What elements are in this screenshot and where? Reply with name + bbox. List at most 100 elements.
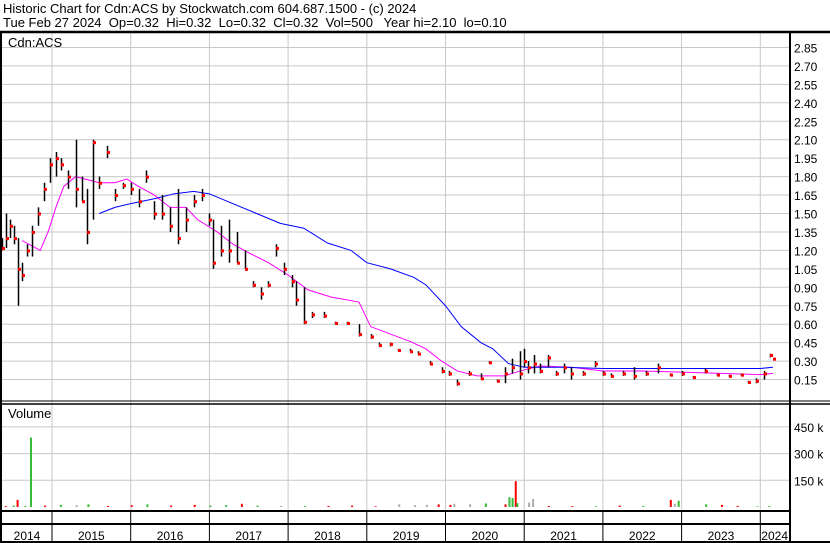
volume-bar	[146, 504, 149, 507]
close-marker	[748, 381, 751, 385]
volume-bar	[532, 498, 535, 507]
close-marker	[276, 246, 279, 250]
close-marker	[347, 321, 350, 325]
close-marker	[93, 141, 96, 145]
close-marker	[186, 218, 189, 222]
volume-bar	[756, 506, 759, 507]
volume-bar	[618, 505, 621, 507]
close-marker	[296, 298, 299, 302]
close-marker	[209, 218, 212, 222]
chart-window: Historic Chart for Cdn:ACS by Stockwatch…	[0, 0, 830, 543]
volume-bar	[351, 505, 354, 507]
price-tick-label: 2.70	[794, 60, 818, 74]
close-marker	[564, 366, 567, 370]
close-marker	[115, 194, 118, 198]
close-marker	[418, 352, 421, 356]
volume-bar	[484, 503, 487, 507]
close-marker	[2, 246, 5, 250]
price-tick-label: 0.15	[794, 374, 818, 388]
volume-bar	[768, 506, 771, 507]
short-moving-average-line	[21, 176, 773, 377]
close-marker	[229, 249, 232, 253]
close-marker	[32, 230, 35, 234]
price-tick-label: 1.95	[794, 152, 818, 166]
close-marker	[312, 313, 315, 317]
price-tick-label: 2.55	[794, 78, 818, 92]
close-marker	[623, 372, 626, 376]
close-marker	[603, 372, 606, 376]
volume-bar	[16, 499, 19, 507]
price-tick-label: 0.90	[794, 281, 818, 295]
volume-bar	[398, 504, 401, 507]
close-marker	[6, 237, 9, 241]
volume-bar	[280, 505, 283, 507]
volume-bar	[669, 499, 672, 507]
close-marker	[253, 283, 256, 287]
close-marker	[10, 224, 13, 228]
volume-bar	[193, 504, 196, 507]
close-marker	[268, 283, 271, 287]
close-marker	[497, 379, 500, 383]
price-tick-label: 0.30	[794, 355, 818, 369]
year-tick-label: 2016	[157, 529, 184, 543]
volume-bar	[44, 505, 47, 507]
volume-bar	[225, 505, 228, 507]
price-tick-label: 2.10	[794, 134, 818, 148]
volume-bar	[425, 504, 428, 507]
close-marker	[682, 372, 685, 376]
close-marker	[22, 274, 25, 277]
close-marker	[50, 163, 53, 167]
volume-bar	[87, 504, 90, 507]
volume-tick-label: 300 k	[794, 448, 824, 462]
volume-bar	[511, 498, 514, 507]
close-marker	[371, 335, 374, 339]
close-marker	[770, 353, 773, 357]
close-marker	[379, 344, 382, 348]
price-tick-label: 1.80	[794, 171, 818, 185]
close-marker	[38, 212, 41, 216]
volume-bar	[504, 504, 507, 507]
close-marker	[324, 314, 327, 318]
volume-bar	[327, 505, 330, 507]
close-marker	[773, 357, 776, 361]
volume-bar	[547, 505, 550, 507]
close-marker	[245, 267, 248, 271]
volume-bar	[469, 504, 472, 507]
close-marker	[556, 372, 559, 376]
price-tick-label: 1.35	[794, 226, 818, 240]
close-marker	[194, 200, 197, 204]
price-tick-label: 2.85	[794, 41, 818, 55]
close-marker	[583, 372, 586, 376]
close-marker	[693, 376, 696, 380]
volume-bar	[720, 504, 723, 507]
close-marker	[410, 350, 413, 354]
close-marker	[548, 356, 551, 360]
volume-bar	[736, 505, 739, 507]
volume-bar	[673, 503, 676, 507]
close-marker	[528, 366, 531, 370]
price-tick-label: 2.40	[794, 97, 818, 111]
close-marker	[390, 342, 393, 346]
close-marker	[18, 267, 21, 271]
year-tick-label: 2022	[629, 529, 656, 543]
volume-tick-label: 150 k	[794, 474, 824, 488]
close-marker	[469, 372, 472, 376]
close-marker	[14, 237, 17, 241]
close-marker	[27, 249, 30, 253]
volume-bar	[59, 504, 62, 507]
close-marker	[430, 362, 433, 366]
volume-bar	[642, 505, 645, 507]
volume-bar	[256, 505, 259, 507]
year-tick-label: 2017	[235, 529, 262, 543]
volume-bar	[705, 504, 708, 507]
volume-bar	[303, 506, 306, 507]
close-marker	[524, 360, 527, 364]
close-marker	[154, 212, 157, 216]
close-marker	[146, 175, 149, 179]
year-tick-label: 2020	[471, 529, 498, 543]
year-tick-label: 2019	[393, 529, 420, 543]
volume-bar	[677, 500, 680, 507]
close-marker	[123, 184, 126, 188]
volume-bar	[571, 506, 574, 507]
close-marker	[489, 361, 492, 365]
